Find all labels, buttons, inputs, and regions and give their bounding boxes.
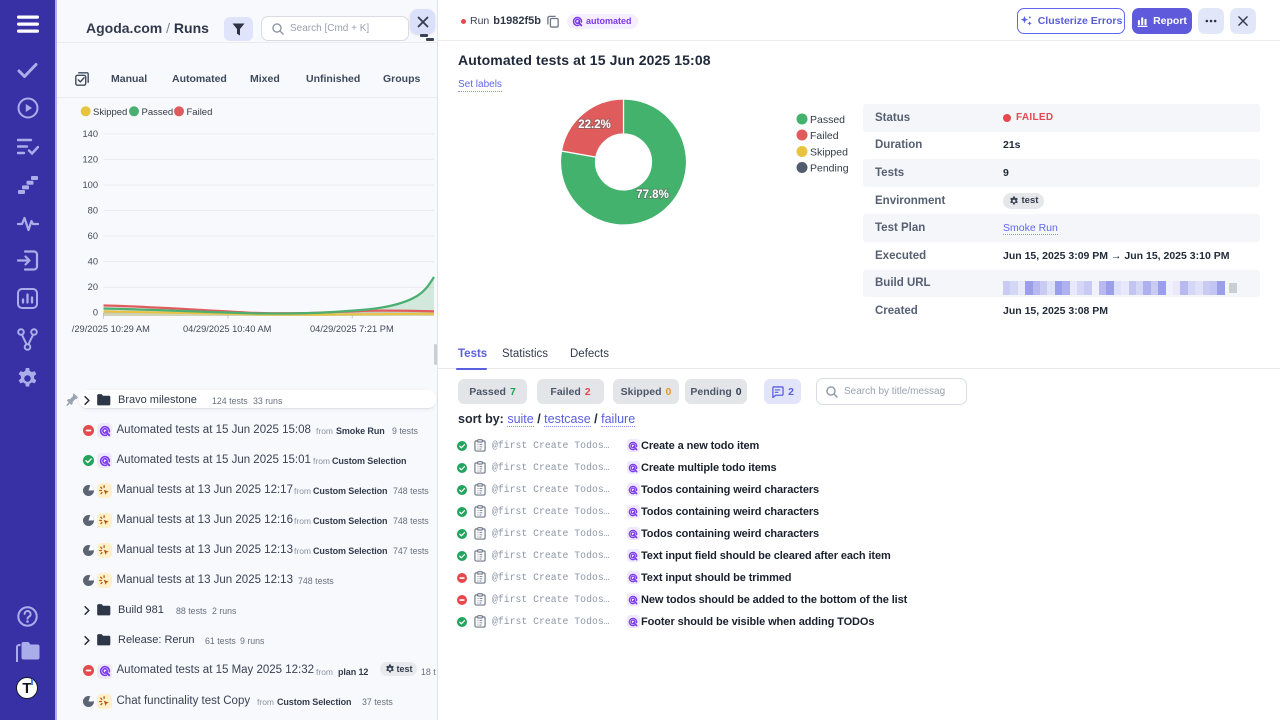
svg-text:Failed: Failed <box>187 107 213 118</box>
svg-text:Passed: Passed <box>142 107 174 118</box>
svg-text:77.8%: 77.8% <box>636 189 669 201</box>
svg-text:Skipped: Skipped <box>810 147 848 159</box>
svg-text:Skipped: Skipped <box>93 107 127 118</box>
svg-text:04/29/2025 10:40 AM: 04/29/2025 10:40 AM <box>183 324 271 334</box>
svg-text:Failed: Failed <box>810 130 839 142</box>
svg-text:Passed: Passed <box>810 114 845 126</box>
svg-text:22.2%: 22.2% <box>578 119 611 131</box>
svg-text:80: 80 <box>88 206 98 216</box>
svg-text:04/29/2025 7:21 PM: 04/29/2025 7:21 PM <box>310 324 394 334</box>
svg-text:120: 120 <box>82 155 98 165</box>
svg-text:140: 140 <box>82 129 98 139</box>
svg-text:/29/2025 10:29 AM: /29/2025 10:29 AM <box>72 324 150 334</box>
svg-text:60: 60 <box>88 231 98 241</box>
svg-text:40: 40 <box>88 257 98 267</box>
svg-text:Pending: Pending <box>810 163 849 175</box>
svg-text:20: 20 <box>88 282 98 292</box>
svg-text:0: 0 <box>93 308 98 318</box>
svg-text:100: 100 <box>82 180 98 190</box>
